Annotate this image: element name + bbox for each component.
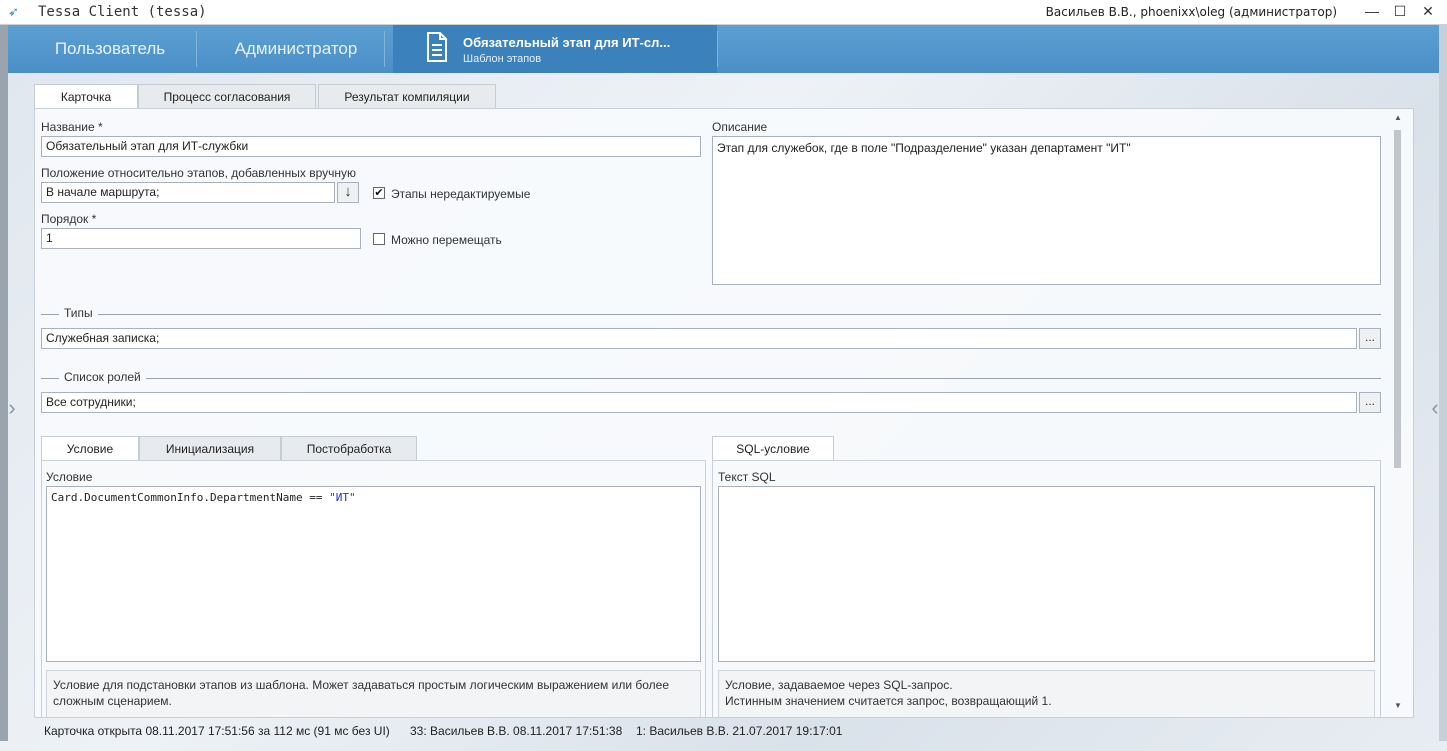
description-label: Описание xyxy=(712,120,768,134)
top-navigation: Пользователь Администратор Обязательный … xyxy=(8,25,1439,73)
tab-approval-process[interactable]: Процесс согласования xyxy=(138,84,316,109)
sql-hint-line: Условие, задаваемое через SQL-запрос. xyxy=(725,678,953,692)
roles-section-title: Список ролей xyxy=(59,370,146,384)
nav-separator xyxy=(196,31,197,67)
right-edge-strip xyxy=(1439,25,1447,741)
condition-hint: Условие для подстановки этапов из шаблон… xyxy=(46,670,701,717)
user-info: Васильев В.В., phoenixx\oleg (администра… xyxy=(1045,5,1337,19)
tab-condition[interactable]: Условие xyxy=(41,436,139,462)
order-field[interactable]: 1 xyxy=(41,228,361,249)
name-field[interactable]: Обязательный этап для ИТ-службки xyxy=(41,136,701,157)
tab-initialization[interactable]: Инициализация xyxy=(139,436,281,461)
sql-hint: Условие, задаваемое через SQL-запрос. Ис… xyxy=(718,670,1375,717)
sql-label: Текст SQL xyxy=(718,470,776,484)
title-bar: ➶ Tessa Client (tessa) Васильев В.В., ph… xyxy=(0,0,1447,25)
minimize-button[interactable]: — xyxy=(1357,2,1387,22)
condition-hint-line: сложным сценарием. xyxy=(53,694,172,708)
status-created: 1: Васильев В.В. 21.07.2017 19:17:01 xyxy=(636,724,843,738)
nav-separator xyxy=(384,31,385,67)
maximize-button[interactable]: ☐ xyxy=(1385,2,1415,22)
movable-checkbox[interactable] xyxy=(373,233,385,245)
types-section-title: Типы xyxy=(59,306,98,320)
tab-postprocessing[interactable]: Постобработка xyxy=(281,436,417,461)
types-select-button[interactable]: ... xyxy=(1359,328,1381,349)
roles-select-button[interactable]: ... xyxy=(1359,392,1381,413)
sql-hint-line: Истинным значением считается запрос, воз… xyxy=(725,694,1052,708)
types-field[interactable]: Служебная записка; xyxy=(41,328,1357,349)
roles-divider xyxy=(41,378,1381,379)
status-card-opened: Карточка открыта 08.11.2017 17:51:56 за … xyxy=(44,724,390,738)
scroll-thumb[interactable] xyxy=(1394,130,1401,468)
sql-panel: Текст SQL Условие, задаваемое через SQL-… xyxy=(712,460,1381,717)
status-version: 33: Васильев В.В. 08.11.2017 17:51:38 xyxy=(410,724,623,738)
sql-text-editor[interactable] xyxy=(718,486,1375,662)
left-edge-strip xyxy=(0,25,8,741)
position-label: Положение относительно этапов, добавленн… xyxy=(41,166,357,180)
vertical-scrollbar[interactable]: ▲ ▼ xyxy=(1391,110,1405,714)
scroll-up-arrow-icon[interactable]: ▲ xyxy=(1391,112,1405,124)
condition-hint-line: Условие для подстановки этапов из шаблон… xyxy=(53,678,669,692)
nav-tab-user[interactable]: Пользователь xyxy=(28,25,192,73)
movable-label: Можно перемещать xyxy=(391,233,502,247)
left-panel-chevron-icon[interactable]: › xyxy=(4,395,20,421)
tessa-logo-icon: ➶ xyxy=(8,4,19,19)
active-card-title: Обязательный этап для ИТ-сл... xyxy=(463,35,671,50)
tab-sql-condition[interactable]: SQL-условие xyxy=(712,436,834,462)
condition-panel: Условие Card.DocumentCommonInfo.Departme… xyxy=(41,460,706,717)
locked-stages-label: Этапы нередактируемые xyxy=(391,187,531,201)
condition-code-string: "ИТ" xyxy=(329,491,356,504)
nav-separator xyxy=(717,31,718,67)
tab-compilation-result[interactable]: Результат компиляции xyxy=(318,84,496,109)
position-dropdown-button[interactable]: ↓ xyxy=(337,182,359,203)
card-panel: Название * Обязательный этап для ИТ-служ… xyxy=(34,108,1414,718)
scroll-down-arrow-icon[interactable]: ▼ xyxy=(1391,700,1405,712)
document-icon xyxy=(427,32,447,62)
locked-stages-checkbox[interactable]: ✔ xyxy=(373,187,385,199)
order-label: Порядок * xyxy=(41,212,97,226)
condition-label: Условие xyxy=(46,470,93,484)
window-title: Tessa Client (tessa) xyxy=(38,4,207,20)
active-card-subtitle: Шаблон этапов xyxy=(463,53,542,65)
condition-code-expression: Card.DocumentCommonInfo.DepartmentName =… xyxy=(51,491,330,504)
name-label: Название * xyxy=(41,120,103,134)
roles-field[interactable]: Все сотрудники; xyxy=(41,392,1357,413)
description-field[interactable]: Этап для служебок, где в поле "Подраздел… xyxy=(712,136,1381,285)
types-divider xyxy=(41,314,1381,315)
tab-card[interactable]: Карточка xyxy=(34,84,138,110)
right-panel-chevron-icon[interactable]: ‹ xyxy=(1427,395,1443,421)
position-field[interactable]: В начале маршрута; xyxy=(41,182,335,203)
status-bar: Карточка открыта 08.11.2017 17:51:56 за … xyxy=(34,720,1412,742)
nav-tab-admin[interactable]: Администратор xyxy=(204,25,388,73)
condition-code-editor[interactable]: Card.DocumentCommonInfo.DepartmentName =… xyxy=(46,486,701,662)
close-button[interactable]: ✕ xyxy=(1413,2,1443,22)
